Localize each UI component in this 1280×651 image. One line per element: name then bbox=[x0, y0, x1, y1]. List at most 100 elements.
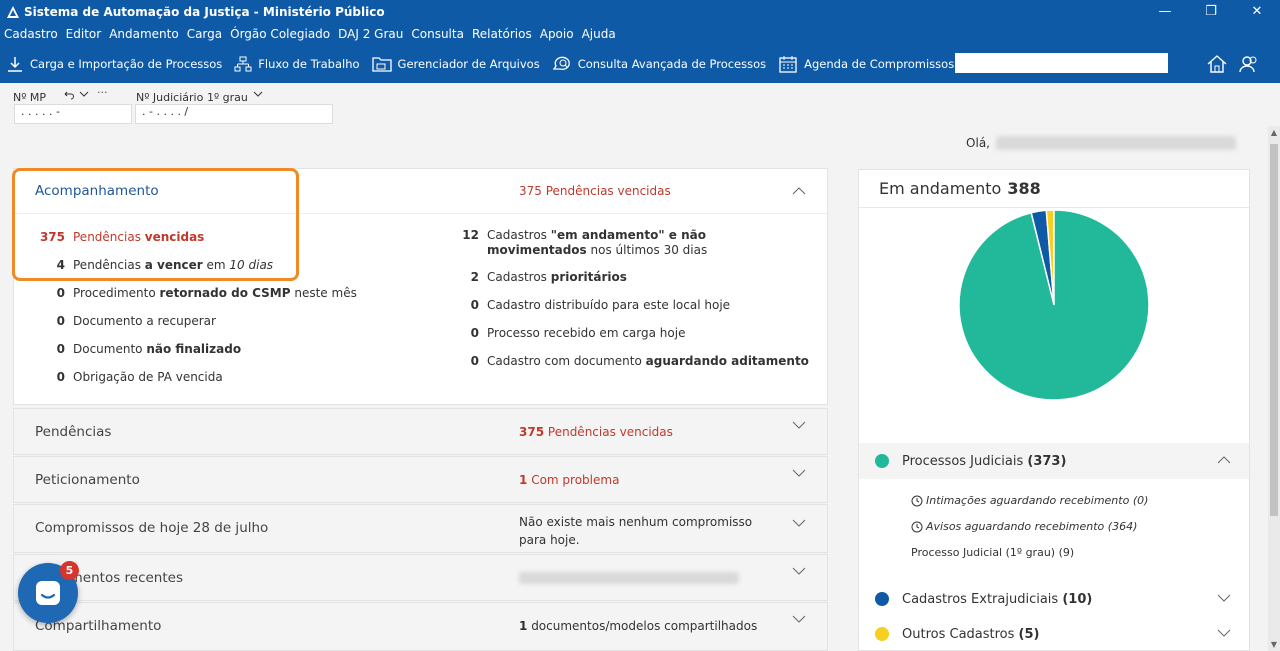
metric-obrigacao-pa-vencida[interactable]: 0 Obrigação de PA vencida bbox=[37, 370, 223, 384]
metric-processo-recebido-carga[interactable]: 0 Processo recebido em carga hoje bbox=[451, 326, 686, 340]
title-bar: Sistema de Automação da Justiça - Minist… bbox=[0, 0, 1280, 23]
chevron-up-icon[interactable] bbox=[791, 183, 807, 199]
menu-cadastro[interactable]: Cadastro bbox=[4, 27, 58, 41]
compartilhamento-card[interactable]: Compartilhamento 1 documentos/modelos co… bbox=[13, 602, 828, 651]
folder-icon bbox=[371, 57, 392, 72]
agenda-compromissos-button[interactable]: Agenda de Compromissos bbox=[778, 54, 954, 74]
grau-selector[interactable]: 1º grau bbox=[207, 91, 248, 104]
metric-documento-recuperar[interactable]: 0 Documento a recuperar bbox=[37, 314, 216, 328]
documentos-recentes-redacted bbox=[519, 572, 739, 584]
documentos-recentes-card[interactable]: Documentos recentes bbox=[13, 554, 828, 601]
pendencias-card[interactable]: Pendências 375 Pendências vencidas bbox=[13, 408, 828, 455]
toolbar-search-input[interactable] bbox=[955, 53, 1168, 73]
chevron-down-icon[interactable] bbox=[79, 90, 89, 98]
compromissos-note: Não existe mais nenhum compromisso para … bbox=[519, 515, 753, 547]
em-andamento-title: Em andamento bbox=[879, 179, 1002, 198]
greeting-label: Olá, bbox=[966, 136, 990, 150]
menu-carga[interactable]: Carga bbox=[187, 27, 222, 41]
legend-dot bbox=[875, 454, 889, 468]
menu-consulta[interactable]: Consulta bbox=[411, 27, 464, 41]
undo-icon[interactable] bbox=[62, 89, 74, 101]
filter-strip: Nº MP ··· . . . . . - Nº Judiciário 1º g… bbox=[0, 83, 1268, 143]
consulta-avancada-button[interactable]: Consulta Avançada de Processos bbox=[552, 55, 766, 73]
mp-label: Nº MP bbox=[13, 91, 47, 104]
scroll-down-icon[interactable]: ▼ bbox=[1268, 640, 1280, 649]
menu-relatorios[interactable]: Relatórios bbox=[472, 27, 532, 41]
metric-documento-nao-finalizado[interactable]: 0 Documento não finalizado bbox=[37, 342, 241, 356]
pendencias-title: Pendências bbox=[35, 424, 112, 440]
legend-cadastros-extrajudiciais[interactable]: Cadastros Extrajudiciais (10) bbox=[859, 581, 1249, 617]
chevron-down-icon[interactable] bbox=[791, 563, 807, 579]
menu-editor[interactable]: Editor bbox=[66, 27, 102, 41]
acompanhamento-summary: 375 Pendências vencidas bbox=[519, 184, 671, 198]
metric-aguardando-aditamento[interactable]: 0 Cadastro com documento aguardando adit… bbox=[451, 354, 809, 368]
chevron-down-icon[interactable] bbox=[791, 465, 807, 481]
menu-ajuda[interactable]: Ajuda bbox=[582, 27, 616, 41]
chat-icon bbox=[36, 581, 60, 605]
sub-item-processo-judicial[interactable]: Processo Judicial (1º grau) (9) bbox=[911, 546, 1074, 559]
pie-slice-processos-judiciais[interactable] bbox=[958, 210, 1150, 401]
restore-button[interactable]: ❐ bbox=[1188, 0, 1234, 23]
carga-importacao-button[interactable]: Carga e Importação de Processos bbox=[6, 55, 222, 73]
compartilhamento-summary: 1 documentos/modelos compartilhados bbox=[519, 619, 758, 633]
em-andamento-total: 388 bbox=[1007, 179, 1041, 198]
greeting: Olá, bbox=[966, 136, 1236, 150]
more-options-icon[interactable]: ··· bbox=[97, 86, 108, 99]
judiciario-number-field[interactable]: . - . . . . / bbox=[135, 104, 333, 124]
chevron-down-icon[interactable] bbox=[791, 417, 807, 433]
sub-item-intimacoes[interactable]: Intimações aguardando recebimento (0) bbox=[911, 494, 1148, 507]
peticionamento-card[interactable]: Peticionamento 1 Com problema bbox=[13, 456, 828, 503]
scroll-thumb[interactable] bbox=[1270, 144, 1278, 516]
metric-cadastros-nao-movimentados[interactable]: 12 Cadastros "em andamento" e não movime… bbox=[451, 228, 781, 258]
fluxo-trabalho-label: Fluxo de Trabalho bbox=[258, 57, 360, 71]
clock-icon bbox=[911, 495, 923, 506]
chat-notification-badge: 5 bbox=[60, 561, 79, 580]
menu-bar: Cadastro Editor Andamento Carga Órgão Co… bbox=[0, 23, 1280, 45]
menu-andamento[interactable]: Andamento bbox=[109, 27, 179, 41]
search-chat-icon bbox=[552, 56, 570, 70]
legend-processos-judiciais[interactable]: Processos Judiciais (373) bbox=[859, 443, 1249, 479]
gerenciador-arquivos-button[interactable]: Gerenciador de Arquivos bbox=[371, 55, 540, 73]
metric-cadastros-prioritarios[interactable]: 2 Cadastros prioritários bbox=[451, 270, 627, 284]
clock-icon bbox=[911, 521, 923, 532]
em-andamento-panel: Em andamento 388 Processos Judiciais (37… bbox=[858, 169, 1250, 651]
em-andamento-header: Em andamento 388 bbox=[859, 170, 1249, 208]
metric-cadastro-distribuido[interactable]: 0 Cadastro distribuído para este local h… bbox=[451, 298, 730, 312]
chevron-up-icon[interactable] bbox=[1217, 454, 1231, 469]
legend-outros-cadastros[interactable]: Outros Cadastros (5) bbox=[859, 616, 1249, 651]
grau-chevron-icon[interactable] bbox=[253, 90, 263, 98]
close-button[interactable]: ✕ bbox=[1234, 0, 1280, 23]
carga-importacao-label: Carga e Importação de Processos bbox=[30, 57, 223, 71]
legend-dot bbox=[875, 627, 889, 641]
minimize-button[interactable]: — bbox=[1142, 0, 1188, 23]
menu-daj-2-grau[interactable]: DAJ 2 Grau bbox=[338, 27, 403, 41]
judiciario-label: Nº Judiciário bbox=[136, 91, 204, 104]
pendencias-summary: 375 Pendências vencidas bbox=[519, 425, 673, 439]
highlight-box bbox=[12, 168, 299, 281]
users-icon[interactable] bbox=[1237, 53, 1261, 75]
pie-chart bbox=[958, 210, 1150, 401]
workflow-icon bbox=[234, 56, 252, 72]
metric-retornado-csmp[interactable]: 0 Procedimento retornado do CSMP neste m… bbox=[37, 286, 357, 300]
toolbar: Carga e Importação de Processos Fluxo de… bbox=[0, 45, 1280, 83]
vertical-scrollbar[interactable]: ▲ ▼ bbox=[1268, 126, 1280, 651]
scroll-up-icon[interactable]: ▲ bbox=[1268, 128, 1280, 137]
agenda-compromissos-label: Agenda de Compromissos bbox=[804, 57, 955, 71]
chevron-down-icon[interactable] bbox=[1217, 627, 1231, 642]
gerenciador-arquivos-label: Gerenciador de Arquivos bbox=[397, 57, 540, 71]
menu-orgao-colegiado[interactable]: Órgão Colegiado bbox=[230, 27, 330, 41]
home-icon[interactable] bbox=[1205, 53, 1229, 75]
compromissos-card[interactable]: Compromissos de hoje 28 de julho Não exi… bbox=[13, 504, 828, 553]
calendar-icon bbox=[779, 56, 797, 73]
compromissos-title: Compromissos de hoje 28 de julho bbox=[35, 520, 269, 536]
mp-number-field[interactable]: . . . . . - bbox=[14, 104, 132, 124]
menu-apoio[interactable]: Apoio bbox=[540, 27, 574, 41]
chevron-down-icon[interactable] bbox=[791, 611, 807, 627]
download-icon bbox=[8, 57, 22, 72]
chevron-down-icon[interactable] bbox=[791, 515, 807, 531]
legend-dot bbox=[875, 592, 889, 606]
chevron-down-icon[interactable] bbox=[1217, 592, 1231, 607]
fluxo-trabalho-button[interactable]: Fluxo de Trabalho bbox=[234, 55, 360, 73]
peticionamento-title: Peticionamento bbox=[35, 472, 140, 488]
sub-item-avisos[interactable]: Avisos aguardando recebimento (364) bbox=[911, 520, 1137, 533]
